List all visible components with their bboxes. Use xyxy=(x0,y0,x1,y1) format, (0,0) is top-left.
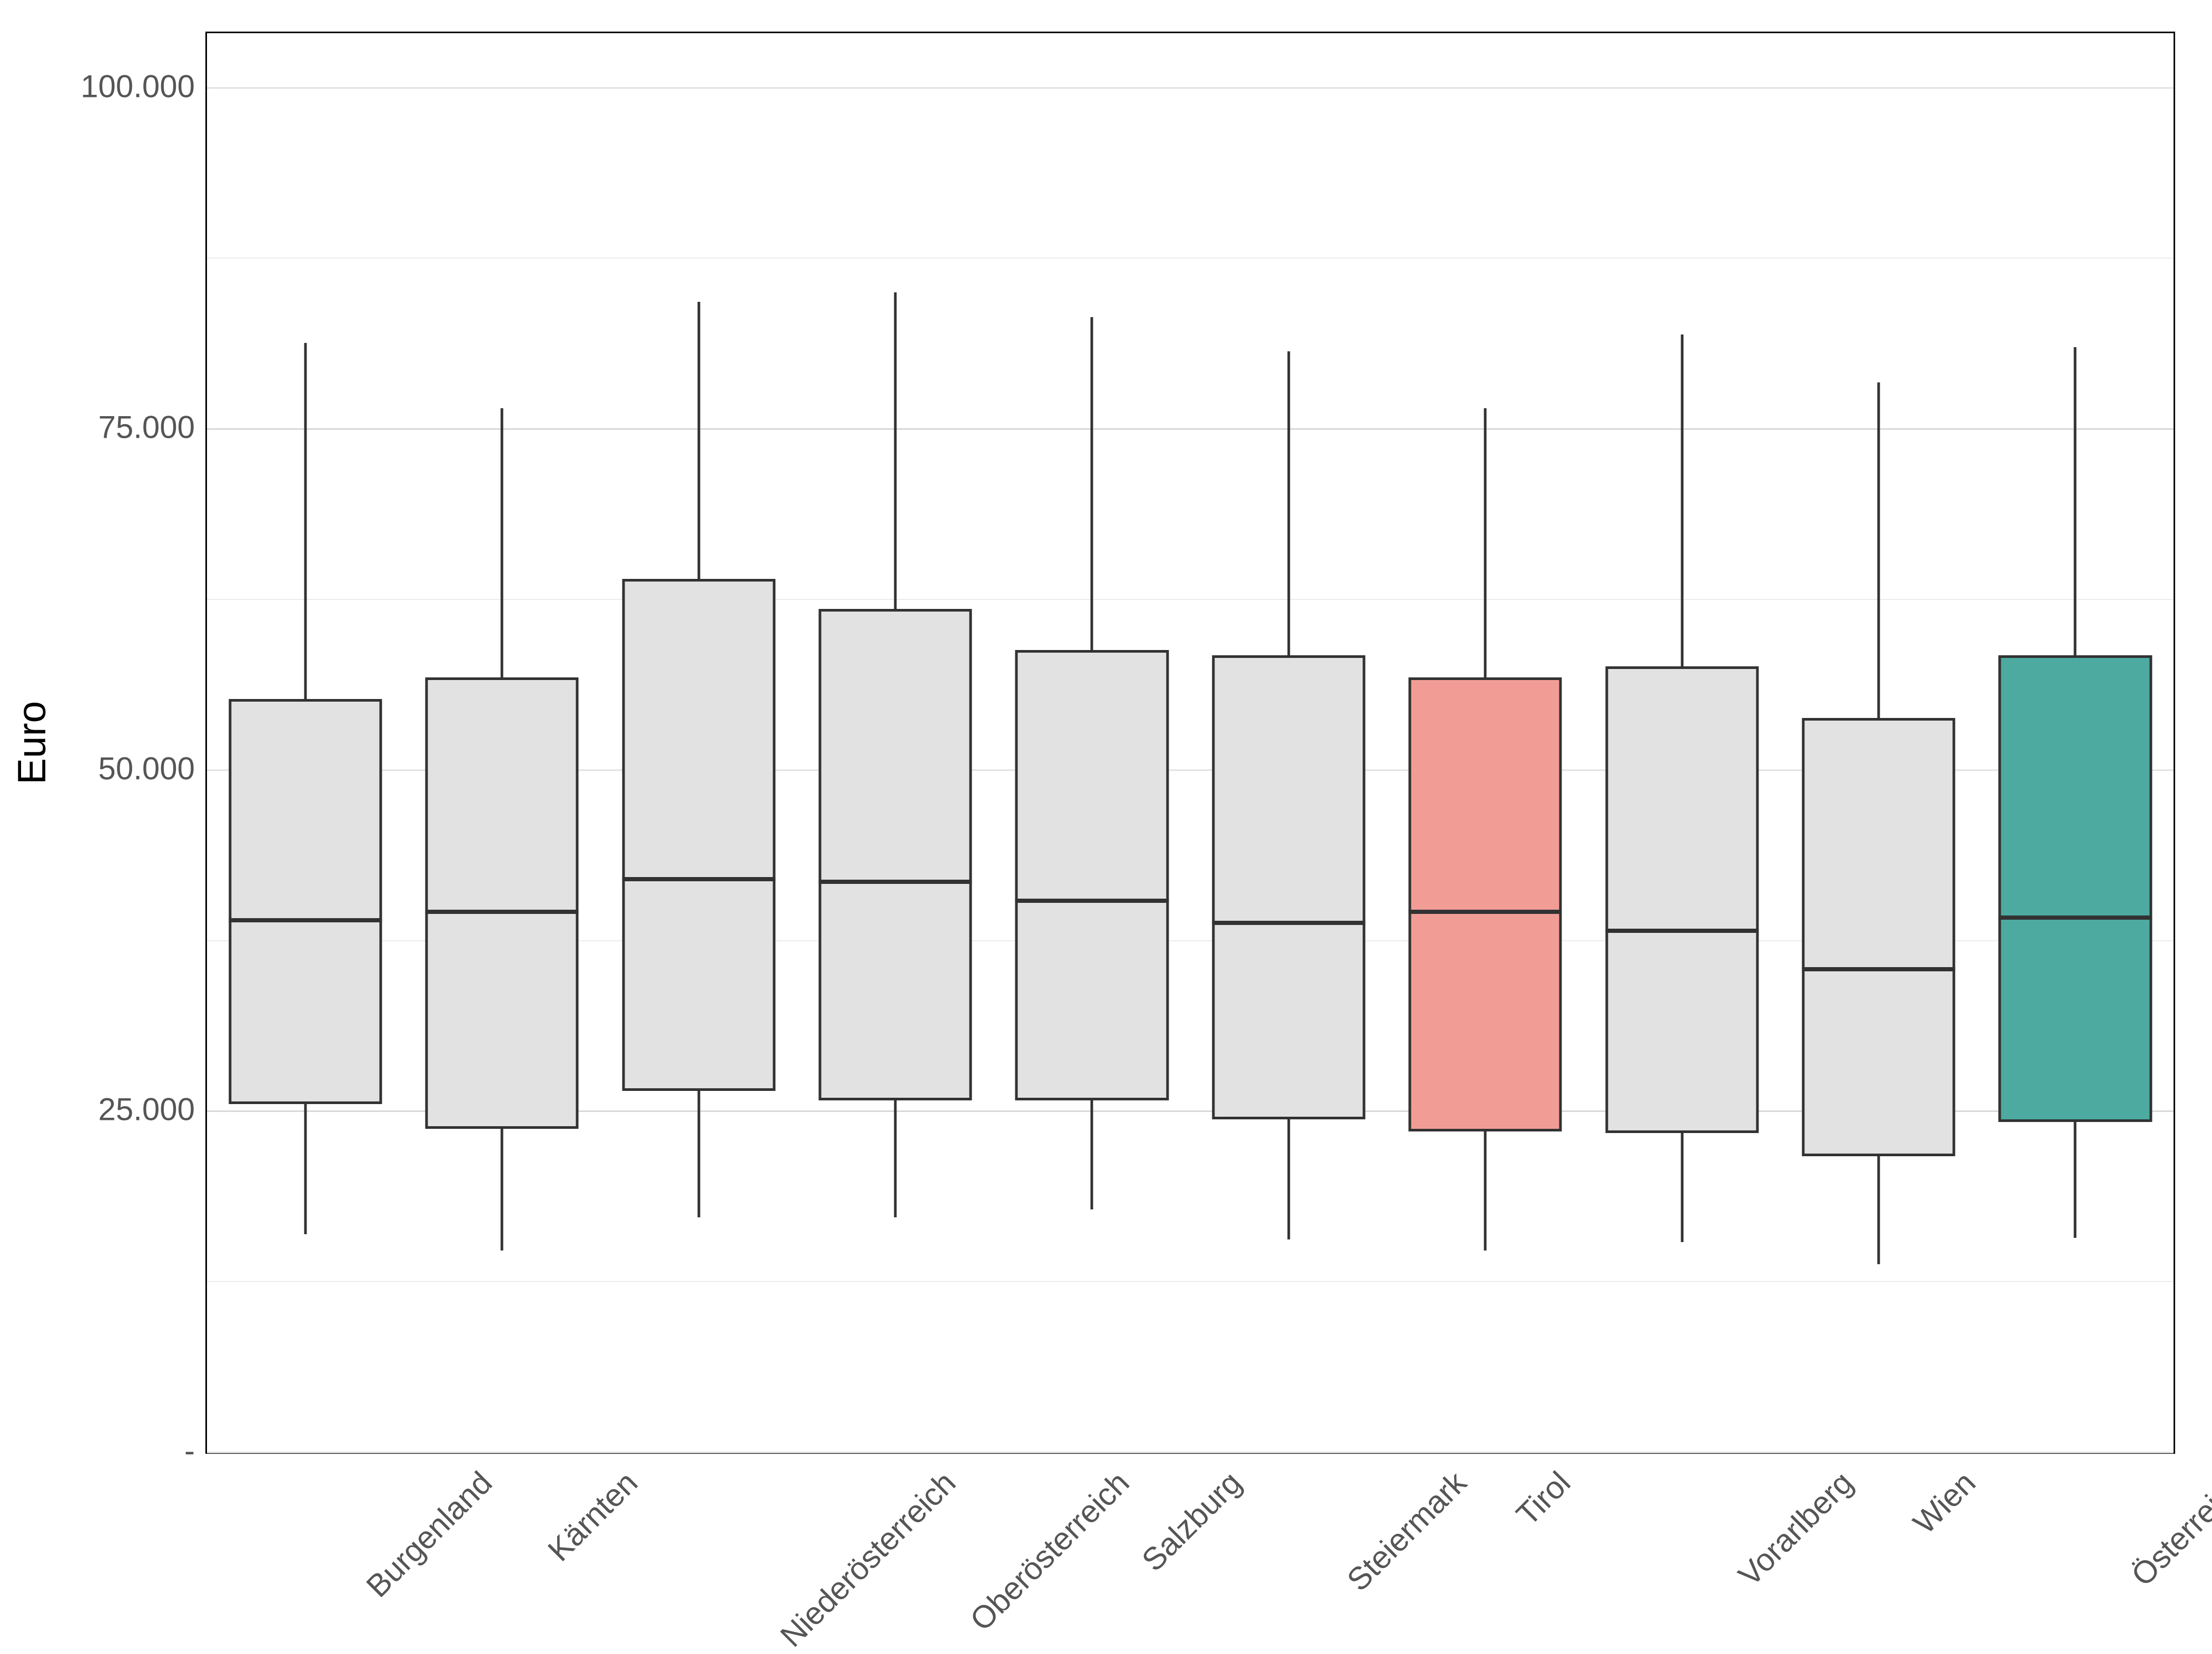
iqr-box xyxy=(1015,650,1169,1100)
median-line xyxy=(818,880,972,884)
y-tick-label: 75.000 xyxy=(37,409,195,446)
iqr-box xyxy=(818,609,972,1100)
y-tick-label: 100.000 xyxy=(37,68,195,104)
median-line xyxy=(1999,915,2152,920)
median-line xyxy=(1408,910,1562,914)
iqr-box xyxy=(1999,655,2152,1122)
median-line xyxy=(1212,921,1365,925)
iqr-box xyxy=(622,579,775,1090)
iqr-box xyxy=(229,699,382,1104)
iqr-box xyxy=(1605,666,1759,1133)
median-line xyxy=(1015,899,1169,903)
whisker-lower xyxy=(1877,1156,1880,1264)
iqr-box xyxy=(425,677,578,1129)
whisker-lower xyxy=(697,1091,700,1218)
median-line xyxy=(622,877,775,881)
whisker-upper xyxy=(304,343,307,699)
x-tick-label: Salzburg xyxy=(1135,1464,1249,1578)
x-tick-label: Kärnten xyxy=(541,1464,645,1568)
y-tick-label: 50.000 xyxy=(37,750,195,786)
x-tick-label: Tirol xyxy=(1509,1464,1578,1533)
median-line xyxy=(1605,929,1759,933)
whisker-upper xyxy=(697,302,700,579)
whisker-lower xyxy=(501,1129,503,1251)
whisker-upper xyxy=(501,408,503,677)
iqr-box xyxy=(1802,718,1955,1156)
x-tick-label: Niederösterreich xyxy=(773,1464,962,1654)
whisker-upper xyxy=(894,292,896,609)
plot-area xyxy=(205,32,2175,1454)
x-tick-label: Steiermark xyxy=(1340,1464,1474,1598)
x-tick-label: Vorarlberg xyxy=(1731,1464,1860,1593)
whisker-lower xyxy=(1091,1100,1093,1209)
y-tick-label: - xyxy=(37,1433,195,1469)
whisker-lower xyxy=(1287,1119,1290,1239)
whisker-upper xyxy=(2074,347,2077,655)
whisker-upper xyxy=(1681,334,1683,666)
whisker-upper xyxy=(1877,382,1880,718)
whisker-lower xyxy=(894,1100,896,1218)
y-tick-label: 25.000 xyxy=(37,1091,195,1128)
x-tick-label: Wien xyxy=(1906,1464,1982,1541)
median-line xyxy=(229,918,382,922)
x-tick-label: Österreich xyxy=(2124,1464,2212,1593)
boxplot-chart: Euro -25.00050.00075.000100.000 Burgenla… xyxy=(0,0,2212,1580)
iqr-box xyxy=(1212,655,1365,1119)
box-series-container xyxy=(207,33,2174,1452)
x-tick-label: Burgenland xyxy=(359,1464,499,1604)
whisker-lower xyxy=(1484,1131,1487,1250)
whisker-lower xyxy=(2074,1122,2077,1238)
whisker-lower xyxy=(304,1104,307,1234)
median-line xyxy=(425,910,578,914)
x-tick-label: Oberösterreich xyxy=(963,1464,1136,1638)
whisker-upper xyxy=(1091,317,1093,650)
whisker-lower xyxy=(1681,1133,1683,1242)
whisker-upper xyxy=(1484,408,1487,677)
median-line xyxy=(1802,967,1955,971)
whisker-upper xyxy=(1287,351,1290,656)
iqr-box xyxy=(1408,677,1562,1132)
